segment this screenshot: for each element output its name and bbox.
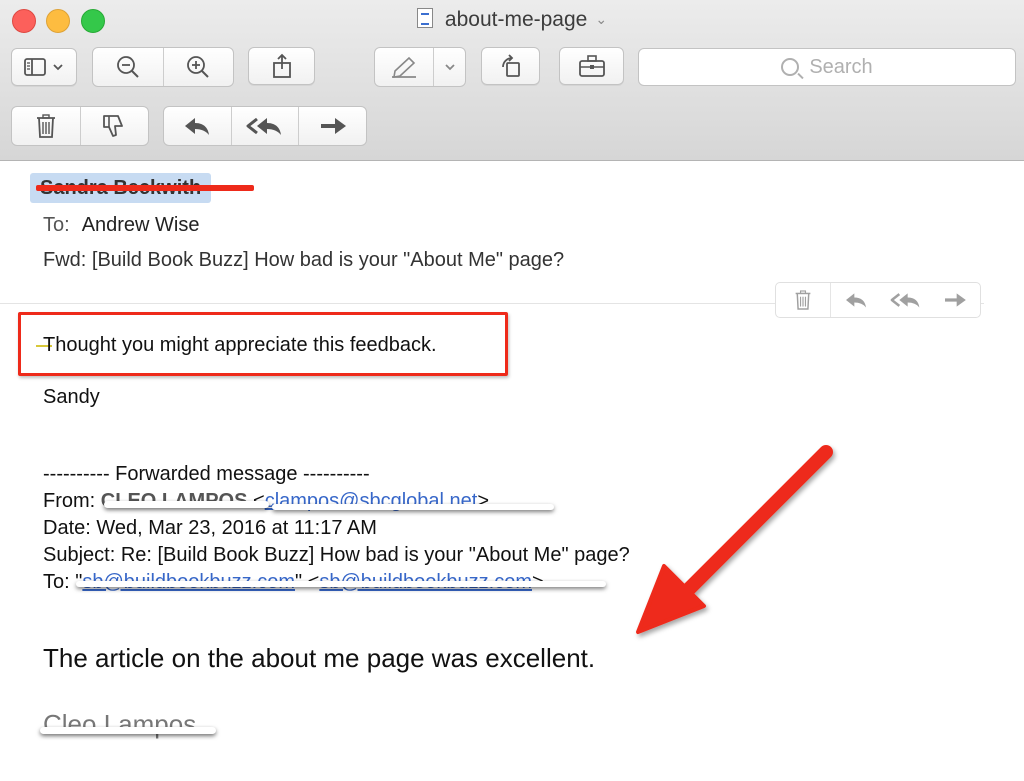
forward-icon bbox=[945, 293, 967, 307]
markup-menu-button[interactable] bbox=[433, 48, 465, 86]
toolbox-icon bbox=[578, 55, 605, 77]
forwarded-block: ---------- Forwarded message ---------- … bbox=[43, 461, 630, 596]
forwarded-divider-text: ---------- Forwarded message ---------- bbox=[43, 463, 370, 485]
search-icon bbox=[781, 58, 800, 76]
zoom-out-icon bbox=[116, 56, 139, 78]
body-signoff: Sandy bbox=[43, 386, 100, 408]
rotate-icon bbox=[501, 54, 520, 77]
reply-icon bbox=[845, 293, 866, 308]
redaction-scribble bbox=[76, 581, 606, 587]
signature-text: Cleo Lampos bbox=[43, 709, 197, 739]
zoom-in-icon bbox=[187, 56, 209, 78]
rotate-button[interactable] bbox=[481, 47, 540, 85]
article-feedback-text: The article on the about me page was exc… bbox=[43, 643, 596, 673]
body-intro-text: Thought you might appreciate this feedba… bbox=[43, 334, 437, 356]
delete-button[interactable] bbox=[12, 107, 80, 145]
trash-icon bbox=[795, 290, 811, 310]
to-recipient[interactable]: Andrew Wise bbox=[82, 214, 200, 236]
reply-all-button[interactable] bbox=[230, 107, 299, 145]
reply-all-icon bbox=[890, 293, 919, 308]
junk-button[interactable] bbox=[79, 107, 149, 145]
chevron-down-icon: ⌄ bbox=[595, 11, 608, 27]
chevron-down-icon bbox=[444, 64, 455, 71]
reply-icon bbox=[185, 118, 210, 135]
sidebar-toggle-button[interactable] bbox=[11, 48, 77, 86]
sidebar-icon bbox=[24, 58, 46, 76]
toolbox-button[interactable] bbox=[559, 47, 624, 85]
trash-icon bbox=[36, 114, 55, 138]
message-reply-button[interactable] bbox=[831, 283, 881, 317]
share-icon bbox=[272, 53, 291, 78]
redaction-scribble bbox=[104, 501, 269, 508]
forward-button[interactable] bbox=[298, 107, 366, 145]
share-button[interactable] bbox=[248, 47, 315, 85]
forward-icon bbox=[320, 118, 346, 134]
mailbox-actions bbox=[11, 106, 149, 146]
zoom-out-button[interactable] bbox=[93, 48, 163, 86]
message-delete-button[interactable] bbox=[776, 283, 831, 317]
junk-thumbs-down-icon bbox=[103, 115, 124, 137]
redaction-scribble bbox=[40, 727, 216, 734]
reply-actions bbox=[163, 106, 367, 146]
to-header: To: Andrew Wise bbox=[43, 214, 200, 237]
document-icon bbox=[416, 8, 433, 28]
message-reply-all-button[interactable] bbox=[881, 283, 931, 317]
reply-all-icon bbox=[246, 117, 281, 135]
from-label: From: bbox=[43, 490, 96, 512]
search-placeholder: Search bbox=[809, 55, 873, 78]
to-label: To: bbox=[43, 214, 70, 236]
redaction-strike bbox=[36, 185, 254, 191]
window-title-text: about-me-page bbox=[444, 8, 588, 31]
reply-button[interactable] bbox=[164, 107, 231, 145]
message-view: Sandra Beckwith To:Andrew Wise Fwd: [Bui… bbox=[0, 161, 1024, 781]
markup-button[interactable] bbox=[375, 48, 433, 86]
message-forward-button[interactable] bbox=[930, 283, 980, 317]
window-title[interactable]: about-me-page ⌄ bbox=[0, 8, 1024, 32]
redaction-scribble bbox=[272, 504, 554, 510]
forwarded-subject: Subject: Re: [Build Book Buzz] How bad i… bbox=[43, 544, 630, 566]
window-toolbar: about-me-page ⌄ Search bbox=[0, 0, 1024, 161]
zoom-controls bbox=[92, 47, 234, 87]
message-hover-actions bbox=[775, 282, 981, 318]
subject-header: Fwd: [Build Book Buzz] How bad is your "… bbox=[43, 249, 565, 271]
forwarded-date: Date: Wed, Mar 23, 2016 at 11:17 AM bbox=[43, 517, 377, 539]
search-field[interactable]: Search bbox=[638, 48, 1016, 86]
chevron-down-icon bbox=[53, 64, 63, 71]
markup-pen-icon bbox=[392, 56, 416, 78]
zoom-in-button[interactable] bbox=[162, 48, 234, 86]
markup-controls bbox=[374, 47, 466, 87]
to-line-label: To: bbox=[43, 571, 76, 593]
